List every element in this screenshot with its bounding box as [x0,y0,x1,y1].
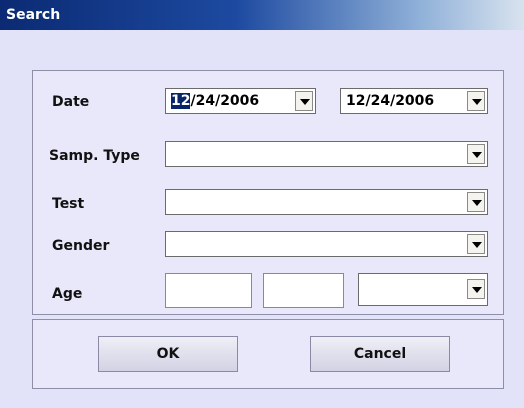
title-bar: Search [0,0,524,30]
age-unit-combo[interactable] [358,273,488,306]
date-to-value[interactable]: 12/24/2006 [346,93,434,109]
chevron-down-icon[interactable] [467,279,485,299]
cancel-button[interactable]: Cancel [310,336,450,372]
chevron-down-icon[interactable] [467,91,485,111]
age-from-field[interactable] [165,273,252,308]
date-from-rest: /24/2006 [190,93,260,109]
gender-label: Gender [52,238,110,254]
window-title: Search [6,7,61,23]
date-label: Date [52,94,90,110]
date-from-value[interactable]: 12/24/2006 [171,93,259,109]
samp-type-label: Samp. Type [49,148,140,164]
test-combo[interactable] [165,189,488,215]
age-to-field[interactable] [263,273,344,308]
date-to-combo[interactable]: 12/24/2006 [340,88,488,114]
test-label: Test [52,196,85,212]
age-label: Age [52,286,83,302]
chevron-down-icon[interactable] [295,91,313,111]
ok-button[interactable]: OK [98,336,238,372]
search-dialog: Search Date 12/24/2006 12/24/2006 Samp. … [0,0,524,408]
gender-combo[interactable] [165,231,488,257]
chevron-down-icon[interactable] [467,234,485,254]
date-from-combo[interactable]: 12/24/2006 [165,88,316,114]
date-from-month-selected: 12 [171,93,191,109]
chevron-down-icon[interactable] [467,144,485,164]
chevron-down-icon[interactable] [467,192,485,212]
samp-type-combo[interactable] [165,141,488,167]
